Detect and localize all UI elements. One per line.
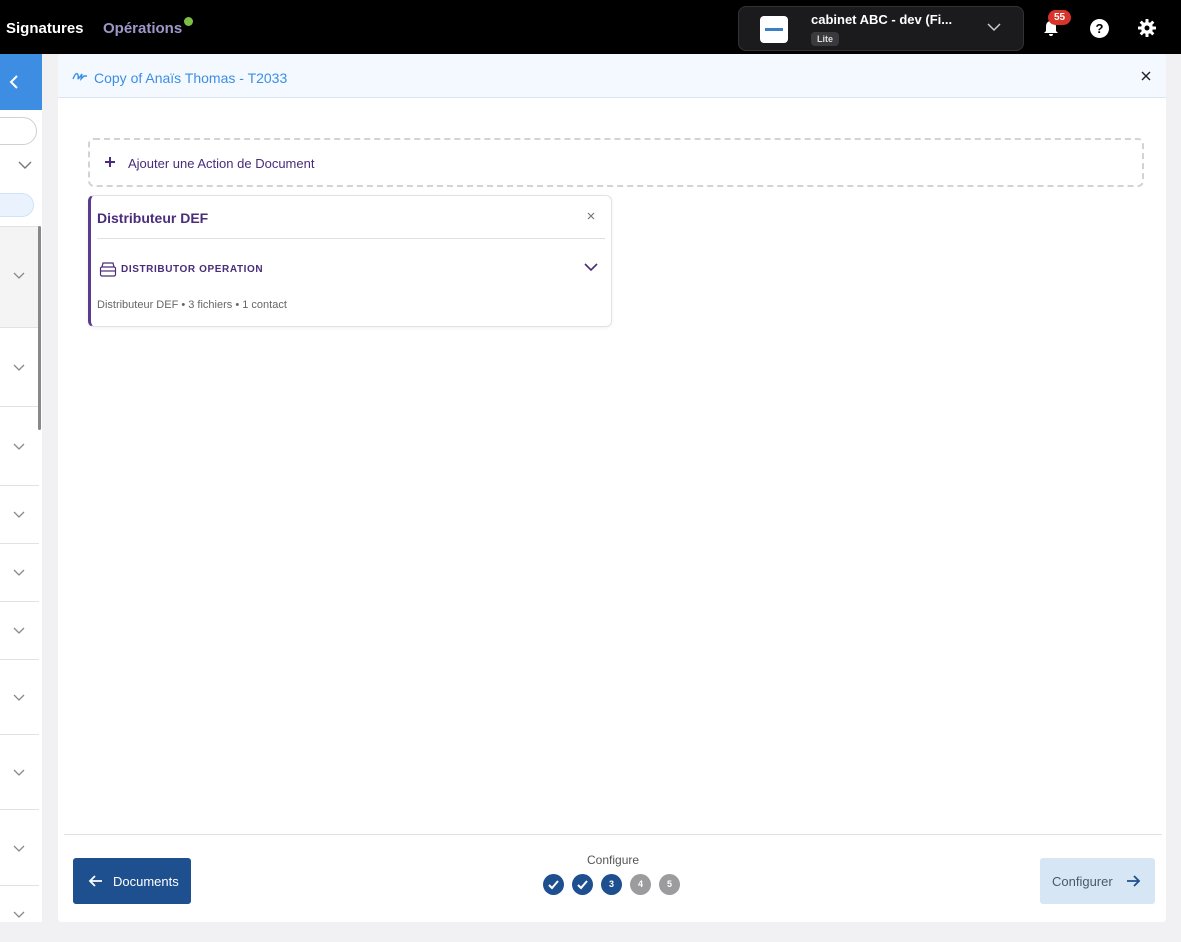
chevron-down-icon	[13, 911, 25, 918]
sidebar-row[interactable]	[0, 406, 39, 485]
step-3-active: 3	[601, 874, 622, 895]
chevron-down-icon	[13, 272, 25, 279]
close-icon[interactable]	[1140, 70, 1152, 82]
arrow-right-icon	[1127, 875, 1141, 887]
plan-badge: Lite	[811, 32, 840, 46]
archive-box-icon	[99, 262, 117, 277]
arrow-left-icon	[88, 875, 102, 887]
add-action-label: Ajouter une Action de Document	[128, 156, 315, 171]
sidebar-row[interactable]	[0, 226, 39, 327]
chevron-down-icon[interactable]	[18, 160, 32, 170]
step-4: 4	[630, 874, 651, 895]
chevron-down-icon	[13, 845, 25, 852]
chevron-down-icon	[13, 627, 25, 634]
card-summary: Distributeur DEF • 3 fichiers • 1 contac…	[97, 299, 287, 311]
organization-logo	[760, 16, 788, 43]
nav-signatures[interactable]: Signatures	[6, 20, 84, 37]
card-title: Distributeur DEF	[97, 210, 209, 226]
chevron-down-icon	[987, 23, 1001, 32]
sidebar-filter-pill[interactable]	[0, 193, 34, 217]
signature-icon	[72, 72, 87, 82]
add-document-action-button[interactable]: Ajouter une Action de Document	[88, 138, 1144, 187]
check-icon	[548, 880, 559, 890]
operation-type-label: DISTRIBUTOR OPERATION	[121, 264, 264, 275]
chevron-down-icon	[13, 694, 25, 701]
check-icon	[577, 880, 588, 890]
gear-icon[interactable]	[1137, 18, 1157, 38]
configure-button[interactable]: Configurer	[1040, 858, 1155, 904]
chevron-down-icon	[13, 769, 25, 776]
notification-badge: 55	[1048, 10, 1072, 25]
sidebar-row[interactable]	[0, 485, 39, 543]
configure-button-label: Configurer	[1052, 874, 1113, 889]
modal-header: Copy of Anaïs Thomas - T2033	[58, 54, 1166, 98]
modal-title: Copy of Anaïs Thomas - T2033	[94, 70, 288, 86]
sidebar-row[interactable]	[0, 659, 39, 734]
operation-modal: Copy of Anaïs Thomas - T2033 Ajouter une…	[58, 54, 1166, 922]
chevron-down-icon	[13, 364, 25, 371]
step-1-done	[543, 874, 564, 895]
chevron-down-icon	[13, 569, 25, 576]
step-caption: Configure	[587, 853, 640, 867]
sidebar-row[interactable]	[0, 885, 39, 922]
sidebar-row[interactable]	[0, 601, 39, 659]
divider	[97, 238, 605, 239]
step-5: 5	[659, 874, 680, 895]
sidebar-row[interactable]	[0, 809, 39, 885]
sidebar-row[interactable]	[0, 543, 39, 601]
sidebar-collapse-button[interactable]	[0, 54, 42, 110]
sidebar-row[interactable]	[0, 734, 39, 809]
step-2-done	[572, 874, 593, 895]
status-dot	[184, 17, 193, 26]
chevron-left-icon	[9, 75, 18, 89]
sidebar-panel	[0, 54, 42, 922]
chevron-down-icon[interactable]	[583, 262, 599, 272]
help-icon[interactable]: ?	[1090, 19, 1109, 38]
plus-icon	[105, 157, 115, 167]
sidebar-search-input[interactable]	[0, 117, 37, 145]
organization-switcher[interactable]: cabinet ABC - dev (Fi... Lite	[738, 6, 1024, 51]
back-button-label: Documents	[113, 874, 179, 889]
sidebar-scrollbar[interactable]	[38, 226, 41, 430]
chevron-down-icon	[13, 511, 25, 518]
footer-divider	[64, 834, 1162, 835]
back-to-documents-button[interactable]: Documents	[73, 858, 191, 904]
document-action-card: Distributeur DEF DISTRIBUTOR OPERATION D…	[88, 195, 612, 327]
top-navigation-bar: Signatures Opérations cabinet ABC - dev …	[0, 0, 1181, 54]
nav-operations[interactable]: Opérations	[103, 20, 182, 37]
chevron-down-icon	[13, 443, 25, 450]
sidebar-row[interactable]	[0, 327, 39, 406]
organization-name: cabinet ABC - dev (Fi...	[811, 12, 953, 27]
close-icon[interactable]	[587, 212, 595, 220]
